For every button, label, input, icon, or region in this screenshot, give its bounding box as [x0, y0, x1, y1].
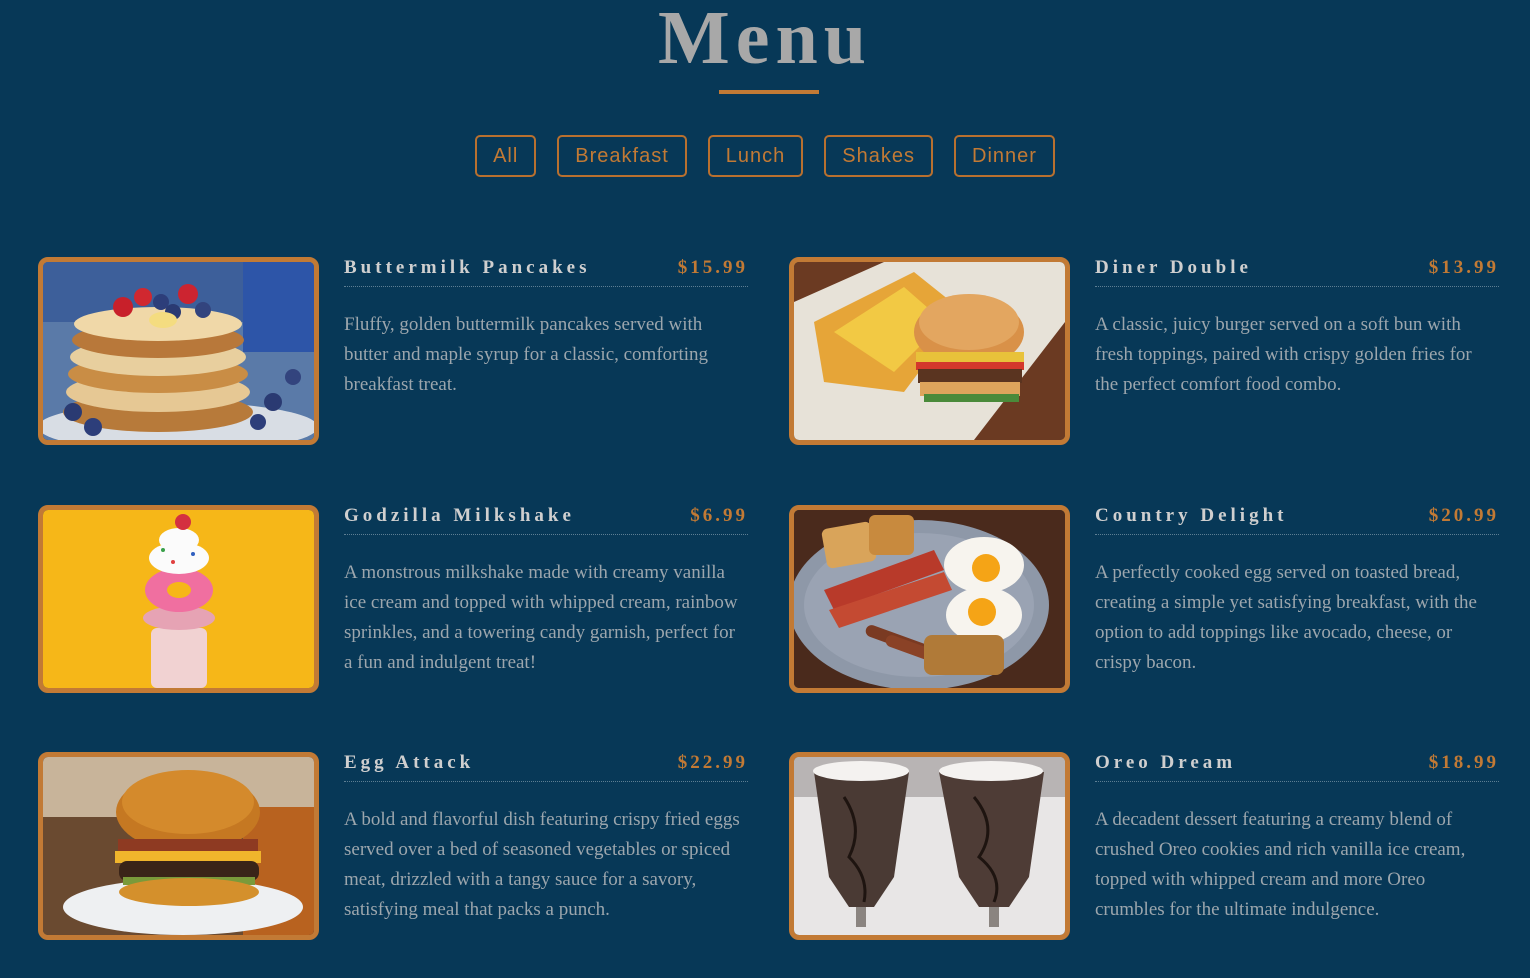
burger-fries-photo — [789, 257, 1070, 445]
item-price: $6.99 — [690, 505, 748, 526]
item-description: Fluffy, golden buttermilk pancakes serve… — [344, 314, 709, 395]
item-description: A perfectly cooked egg served on toasted… — [1095, 562, 1477, 673]
menu-item: Diner Double $13.99 A classic, juicy bur… — [789, 257, 1501, 447]
menu-item: Godzilla Milkshake $6.99 A monstrous mil… — [38, 505, 750, 695]
menu-item: Oreo Dream $18.99 A decadent dessert fea… — [789, 752, 1501, 942]
title-underline — [719, 90, 819, 94]
item-price: $13.99 — [1428, 257, 1499, 278]
item-price: $15.99 — [677, 257, 748, 278]
pancakes-photo — [38, 257, 319, 445]
item-name: Godzilla Milkshake — [344, 505, 575, 526]
breakfast-plate-photo — [789, 505, 1070, 693]
item-description: A bold and flavorful dish featuring cris… — [344, 809, 740, 920]
item-description: A classic, juicy burger served on a soft… — [1095, 314, 1472, 395]
item-name: Egg Attack — [344, 752, 475, 773]
item-name: Buttermilk Pancakes — [344, 257, 591, 278]
oreo-shakes-photo — [789, 752, 1070, 940]
category-filters: All Breakfast Lunch Shakes Dinner — [0, 135, 1530, 177]
item-price: $22.99 — [677, 752, 748, 773]
filter-all-button[interactable]: All — [475, 135, 537, 177]
menu-item: Egg Attack $22.99 A bold and flavorful d… — [38, 752, 750, 942]
filter-breakfast-button[interactable]: Breakfast — [557, 135, 687, 177]
item-name: Oreo Dream — [1095, 752, 1237, 773]
menu-item: Country Delight $20.99 A perfectly cooke… — [789, 505, 1501, 695]
bacon-burger-photo — [38, 752, 319, 940]
item-price: $18.99 — [1428, 752, 1499, 773]
item-description: A monstrous milkshake made with creamy v… — [344, 562, 738, 673]
item-price: $20.99 — [1428, 505, 1499, 526]
filter-dinner-button[interactable]: Dinner — [954, 135, 1055, 177]
item-name: Diner Double — [1095, 257, 1252, 278]
filter-lunch-button[interactable]: Lunch — [707, 135, 804, 177]
item-description: A decadent dessert featuring a creamy bl… — [1095, 809, 1466, 920]
menu-item: Buttermilk Pancakes $15.99 Fluffy, golde… — [38, 257, 750, 447]
milkshake-photo — [38, 505, 319, 693]
filter-shakes-button[interactable]: Shakes — [824, 135, 933, 177]
page-title: Menu — [658, 0, 872, 80]
item-name: Country Delight — [1095, 505, 1288, 526]
